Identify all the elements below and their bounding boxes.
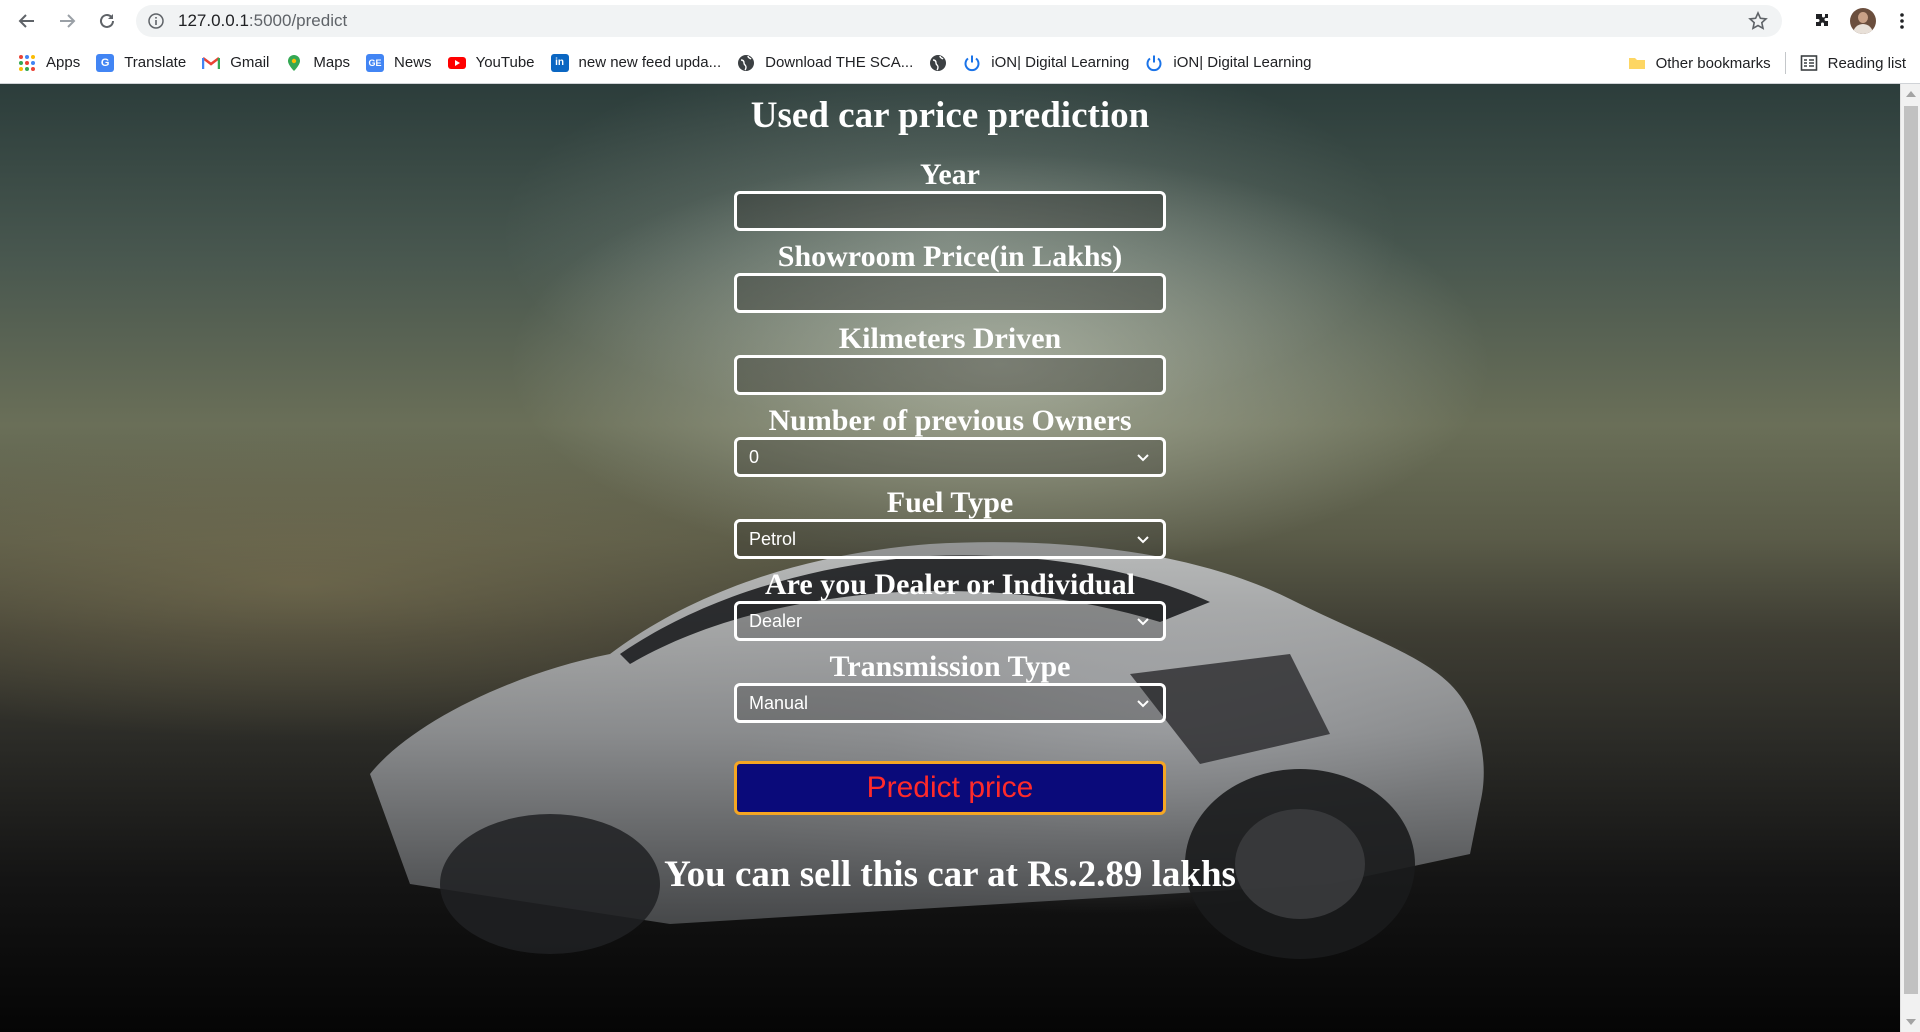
reload-icon <box>100 13 114 28</box>
reading-list-icon <box>1800 55 1817 71</box>
chevron-down-icon <box>1137 618 1149 626</box>
other-bookmarks[interactable]: Other bookmarks <box>1620 49 1779 77</box>
page-title: Used car price prediction <box>750 95 1150 136</box>
owners-select[interactable]: 0 <box>734 437 1166 478</box>
kilometers-input[interactable] <box>734 355 1166 396</box>
youtube-icon <box>447 56 466 69</box>
bookmark-download[interactable]: Download THE SCA... <box>729 49 921 77</box>
fuel-type-label: Fuel Type <box>886 486 1014 520</box>
back-button[interactable] <box>7 1 47 41</box>
reading-list-label: Reading list <box>1827 54 1906 72</box>
year-label: Year <box>920 158 980 192</box>
puzzle-icon <box>1816 14 1828 26</box>
reload-button[interactable] <box>87 1 127 41</box>
maps-icon <box>288 54 301 71</box>
browser-toolbar: 127.0.0.1:5000/predict <box>0 0 1920 42</box>
bookmark-linkedin[interactable]: in new new feed upda... <box>543 49 730 77</box>
bookmark-label: Apps <box>46 54 81 71</box>
linkedin-icon: in <box>550 53 569 72</box>
scroll-down-arrow[interactable] <box>1906 1019 1916 1025</box>
power-icon <box>1146 55 1162 71</box>
url-text: 127.0.0.1:5000/predict <box>178 11 347 31</box>
showroom-price-label: Showroom Price(in Lakhs) <box>777 240 1123 274</box>
chevron-down-icon <box>1137 454 1149 462</box>
bookmark-news[interactable]: GE News <box>358 49 440 77</box>
bookmarks-right: Other bookmarks Reading list <box>1620 42 1920 84</box>
bookmark-label: Gmail <box>230 54 270 71</box>
info-icon[interactable] <box>148 13 164 29</box>
browser-menu-button[interactable] <box>1884 1 1920 41</box>
chevron-down-icon <box>1137 536 1149 544</box>
showroom-price-input[interactable] <box>734 273 1166 314</box>
toolbar-right <box>1802 0 1920 42</box>
reading-list[interactable]: Reading list <box>1792 49 1914 77</box>
bookmark-label: iON| Digital Learning <box>991 54 1130 71</box>
scroll-thumb[interactable] <box>1904 106 1918 994</box>
bookmark-label: Download THE SCA... <box>765 54 914 71</box>
bookmark-label: iON| Digital Learning <box>1173 54 1312 71</box>
bookmark-gmail[interactable]: Gmail <box>194 49 277 77</box>
bookmark-label: Translate <box>124 54 187 71</box>
bookmark-label: News <box>394 54 432 71</box>
bookmarks-divider <box>1784 52 1786 74</box>
extensions-button[interactable] <box>1802 1 1842 41</box>
other-bookmarks-label: Other bookmarks <box>1655 54 1771 72</box>
page-background: Used car price prediction Year Showroom … <box>0 84 1900 1032</box>
kilometers-label: Kilmeters Driven <box>838 322 1062 356</box>
page-scrollbar[interactable] <box>1900 84 1920 1032</box>
fuel-type-select[interactable]: Petrol <box>734 519 1166 560</box>
owners-value: 0 <box>749 446 760 467</box>
bookmark-star-icon[interactable] <box>1748 11 1768 31</box>
seller-type-value: Dealer <box>749 610 803 631</box>
bookmark-globe[interactable] <box>921 49 955 77</box>
fuel-type-value: Petrol <box>749 528 797 549</box>
globe-icon <box>738 54 755 71</box>
translate-icon: G <box>96 53 115 72</box>
bookmark-ion-2[interactable]: iON| Digital Learning <box>1137 49 1319 77</box>
bookmarks-bar: Apps G Translate Gmail Maps GE News YouT… <box>0 42 1920 84</box>
bookmark-ion-1[interactable]: iON| Digital Learning <box>955 49 1137 77</box>
forward-button[interactable] <box>47 1 87 41</box>
url-path: :5000/predict <box>248 11 348 30</box>
apps-grid-icon <box>19 54 35 71</box>
year-input[interactable] <box>734 191 1166 232</box>
url-host: 127.0.0.1 <box>178 11 249 30</box>
power-icon <box>964 55 980 71</box>
bookmark-translate[interactable]: G Translate <box>88 49 194 77</box>
predict-price-button[interactable]: Predict price <box>734 761 1166 816</box>
arrow-left-icon <box>18 14 34 28</box>
owners-label: Number of previous Owners <box>768 404 1132 438</box>
seller-type-label: Are you Dealer or Individual <box>764 568 1136 602</box>
prediction-result: You can sell this car at Rs.2.89 lakhs <box>664 854 1236 896</box>
bookmark-apps[interactable]: Apps <box>10 49 88 77</box>
seller-type-select[interactable]: Dealer <box>734 601 1166 642</box>
transmission-select[interactable]: Manual <box>734 683 1166 724</box>
transmission-value: Manual <box>749 692 809 713</box>
bookmark-youtube[interactable]: YouTube <box>440 49 543 77</box>
address-bar[interactable]: 127.0.0.1:5000/predict <box>136 5 1782 37</box>
news-icon: GE <box>366 53 385 72</box>
bookmark-maps[interactable]: Maps <box>277 49 358 77</box>
bookmark-label: YouTube <box>475 54 535 71</box>
gmail-icon <box>202 56 221 69</box>
prediction-form: Used car price prediction Year Showroom … <box>0 84 1900 896</box>
arrow-right-icon <box>60 14 76 28</box>
scroll-up-arrow[interactable] <box>1906 91 1916 97</box>
globe-icon <box>930 54 947 71</box>
bookmark-label: Maps <box>313 54 351 71</box>
profile-avatar[interactable] <box>1850 8 1876 34</box>
kebab-menu-icon <box>1900 13 1904 29</box>
transmission-label: Transmission Type <box>829 650 1071 684</box>
chevron-down-icon <box>1137 700 1149 708</box>
bookmark-label: new new feed upda... <box>578 54 722 71</box>
folder-icon <box>1628 58 1645 69</box>
